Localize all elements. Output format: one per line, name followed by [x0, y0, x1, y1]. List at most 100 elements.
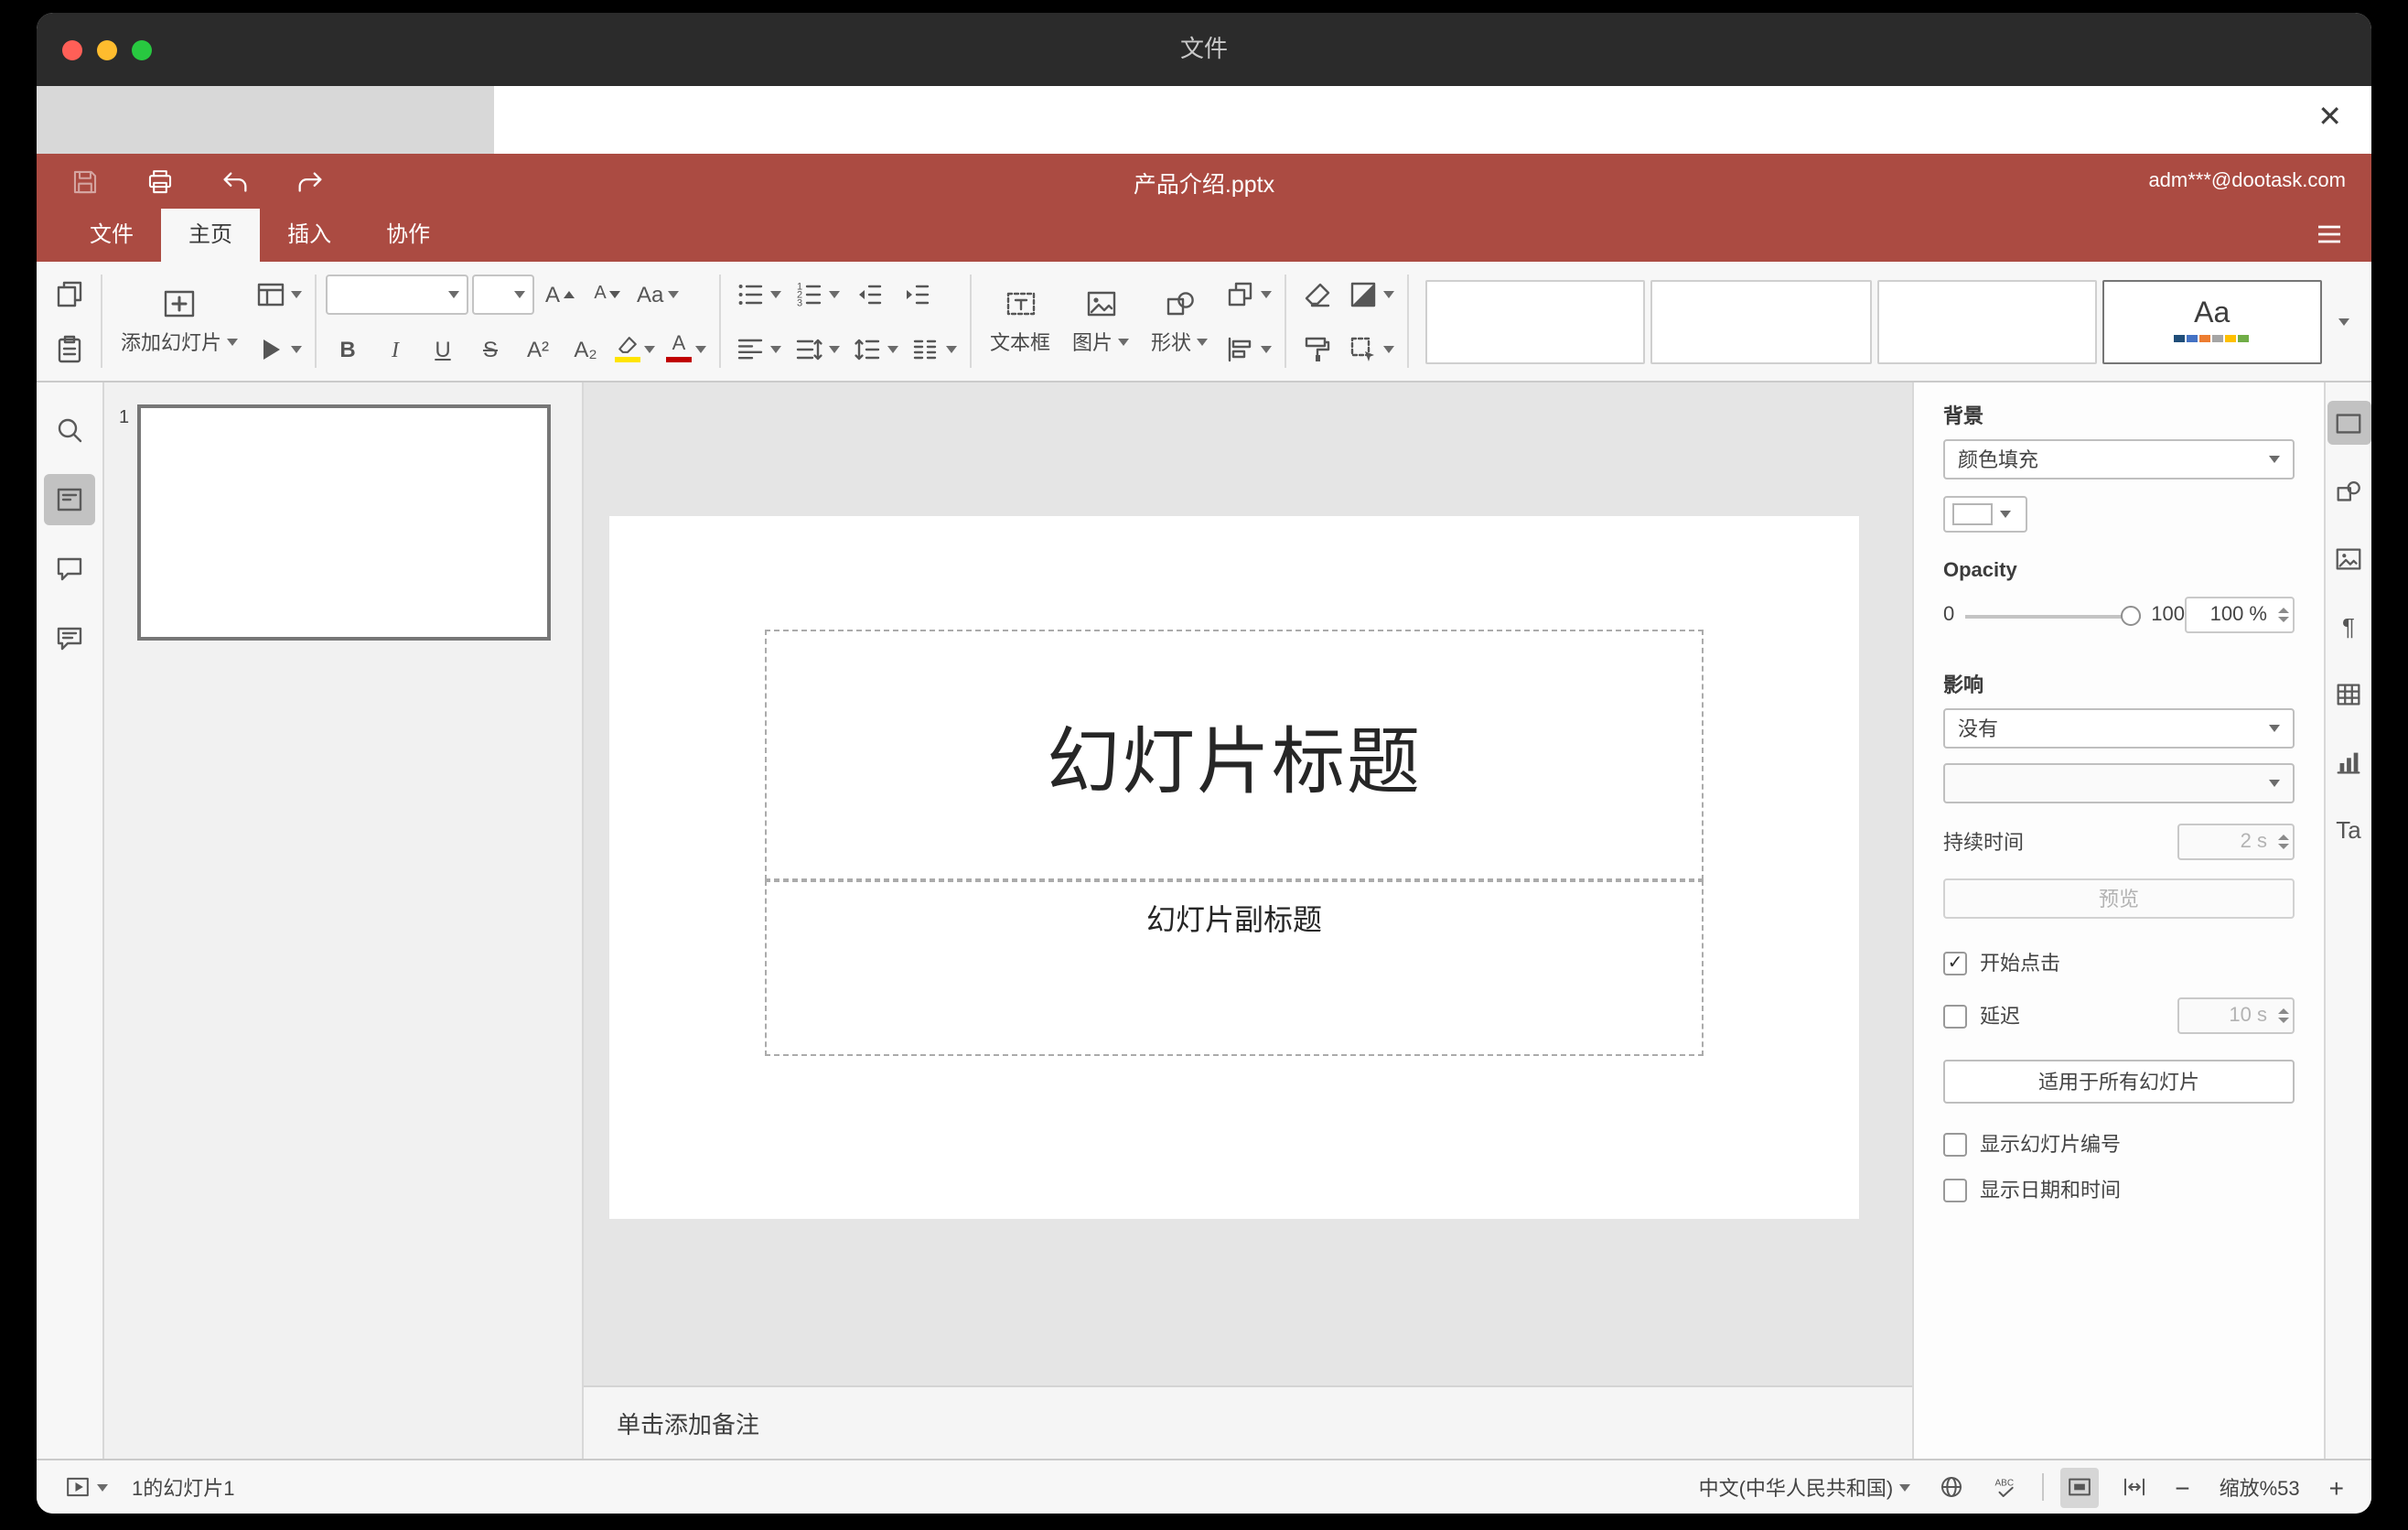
fit-slide-icon[interactable] — [2059, 1467, 2099, 1507]
slider-handle[interactable] — [2120, 605, 2141, 625]
slides-panel-icon[interactable] — [44, 474, 95, 525]
font-color-icon[interactable]: A — [662, 327, 710, 371]
chart-settings-icon[interactable] — [2327, 739, 2370, 783]
search-icon[interactable] — [44, 404, 95, 456]
color-scheme-icon[interactable] — [1343, 272, 1398, 316]
horizontal-align-icon[interactable] — [730, 327, 785, 371]
strikethrough-icon[interactable]: S — [468, 327, 512, 371]
show-slide-number-checkbox[interactable] — [1943, 1132, 1967, 1156]
font-name-select[interactable] — [326, 274, 468, 314]
slide-canvas[interactable]: 幻灯片标题 幻灯片副标题 — [609, 516, 1859, 1219]
redo-icon[interactable] — [287, 159, 331, 203]
arrange-shapes-icon[interactable] — [1220, 272, 1275, 316]
clear-style-icon[interactable] — [1295, 272, 1339, 316]
effect-select[interactable]: 没有 — [1943, 708, 2295, 749]
start-slideshow-icon[interactable] — [251, 327, 306, 371]
spinner-arrows-icon[interactable] — [2273, 1008, 2293, 1023]
background-fill-select[interactable]: 颜色填充 — [1943, 439, 2295, 479]
fit-width-icon[interactable] — [2114, 1467, 2153, 1507]
increase-font-size-icon[interactable]: A — [538, 272, 582, 316]
delay-checkbox[interactable] — [1943, 1004, 1967, 1028]
insert-text-box-button[interactable]: 文本框 — [981, 268, 1059, 374]
change-layout-icon[interactable] — [251, 272, 306, 316]
apply-to-all-slides-button[interactable]: 适用于所有幻灯片 — [1943, 1060, 2295, 1104]
select-tool-icon[interactable] — [1343, 327, 1398, 371]
add-slide-button[interactable]: 添加幻灯片 — [112, 268, 247, 374]
zoom-out-icon[interactable]: − — [2169, 1467, 2195, 1507]
opacity-spinner[interactable]: 100 % — [2185, 597, 2295, 633]
shape-settings-icon[interactable] — [2327, 469, 2370, 512]
fullscreen-window-button[interactable] — [132, 40, 152, 60]
spellcheck-icon[interactable]: ABC — [1986, 1467, 2025, 1507]
paste-icon[interactable] — [48, 327, 91, 371]
spinner-arrows-icon[interactable] — [2273, 835, 2293, 849]
language-select[interactable]: 中文(中华人民共和国) — [1693, 1467, 1916, 1507]
slide-title-placeholder[interactable]: 幻灯片标题 — [765, 630, 1704, 880]
start-slideshow-status-icon[interactable] — [59, 1467, 113, 1507]
image-settings-icon[interactable] — [2327, 536, 2370, 580]
zoom-in-icon[interactable]: + — [2324, 1467, 2349, 1507]
macos-titlebar: 文件 — [37, 13, 2371, 86]
notes-area[interactable]: 单击添加备注 — [584, 1385, 1912, 1459]
menu-icon[interactable] — [2309, 218, 2349, 254]
slide-subtitle-placeholder[interactable]: 幻灯片副标题 — [765, 880, 1704, 1056]
tab-collaboration[interactable]: 协作 — [359, 209, 457, 262]
theme-tile-2[interactable] — [1650, 279, 1871, 363]
slide-thumbnail[interactable] — [137, 404, 551, 641]
start-on-click-checkbox[interactable]: ✓ — [1943, 951, 1967, 975]
document-language-icon[interactable] — [1931, 1467, 1970, 1507]
preview-button[interactable]: 预览 — [1943, 878, 2295, 919]
chat-panel-icon[interactable] — [44, 613, 95, 664]
line-spacing-icon[interactable] — [847, 327, 902, 371]
close-window-button[interactable] — [62, 40, 82, 60]
numbering-icon[interactable]: 123 — [789, 272, 844, 316]
tab-home[interactable]: 主页 — [161, 209, 261, 262]
duration-spinner[interactable]: 2 s — [2177, 824, 2295, 860]
insert-image-button[interactable]: 图片 — [1063, 268, 1138, 374]
highlight-color-icon[interactable] — [611, 327, 659, 371]
change-case-icon[interactable]: Aa — [633, 272, 682, 316]
letter-a-glyph: A — [672, 333, 686, 355]
app-window: 文件 ✕ 产品介绍.pptx adm***@dootask.com 文件 主页 … — [37, 13, 2371, 1514]
theme-gallery-expand-icon[interactable] — [2327, 279, 2360, 363]
effect-type-select[interactable] — [1943, 763, 2295, 803]
subscript-icon[interactable]: A₂ — [564, 327, 607, 371]
copy-style-icon[interactable] — [1295, 327, 1339, 371]
font-size-select[interactable] — [472, 274, 534, 314]
show-date-time-checkbox[interactable] — [1943, 1178, 1967, 1201]
print-icon[interactable] — [137, 159, 181, 203]
underline-icon[interactable]: U — [421, 327, 465, 371]
delay-spinner[interactable]: 10 s — [2177, 997, 2295, 1034]
bold-icon[interactable]: B — [326, 327, 370, 371]
theme-tile-1[interactable] — [1425, 279, 1646, 363]
theme-tile-3[interactable] — [1876, 279, 2097, 363]
save-icon[interactable] — [62, 159, 106, 203]
superscript-icon[interactable]: A² — [516, 327, 560, 371]
table-settings-icon[interactable] — [2327, 672, 2370, 716]
close-icon[interactable]: ✕ — [2317, 101, 2342, 137]
italic-icon[interactable]: I — [373, 327, 417, 371]
underline-glyph: U — [435, 336, 451, 361]
background-color-swatch-select[interactable] — [1943, 496, 2027, 533]
comments-panel-icon[interactable] — [44, 544, 95, 595]
paragraph-settings-icon[interactable]: ¶ — [2327, 604, 2370, 648]
tab-file[interactable]: 文件 — [62, 209, 161, 262]
minimize-window-button[interactable] — [97, 40, 117, 60]
decrease-font-size-icon[interactable]: A — [586, 272, 629, 316]
traffic-lights — [62, 40, 152, 60]
columns-icon[interactable] — [906, 327, 961, 371]
align-shapes-icon[interactable] — [1220, 327, 1275, 371]
tab-insert[interactable]: 插入 — [260, 209, 359, 262]
undo-icon[interactable] — [212, 159, 256, 203]
slide-settings-icon[interactable] — [2327, 401, 2370, 445]
decrease-indent-icon[interactable] — [847, 272, 891, 316]
opacity-slider[interactable] — [1965, 603, 2141, 627]
text-art-settings-icon[interactable]: Ta — [2327, 807, 2370, 851]
copy-icon[interactable] — [48, 272, 91, 316]
increase-indent-icon[interactable] — [895, 272, 939, 316]
theme-tile-selected[interactable]: Aa — [2102, 279, 2322, 363]
vertical-align-icon[interactable] — [789, 327, 844, 371]
spinner-arrows-icon[interactable] — [2273, 608, 2293, 622]
bullets-icon[interactable] — [730, 272, 785, 316]
insert-shape-button[interactable]: 形状 — [1142, 268, 1217, 374]
